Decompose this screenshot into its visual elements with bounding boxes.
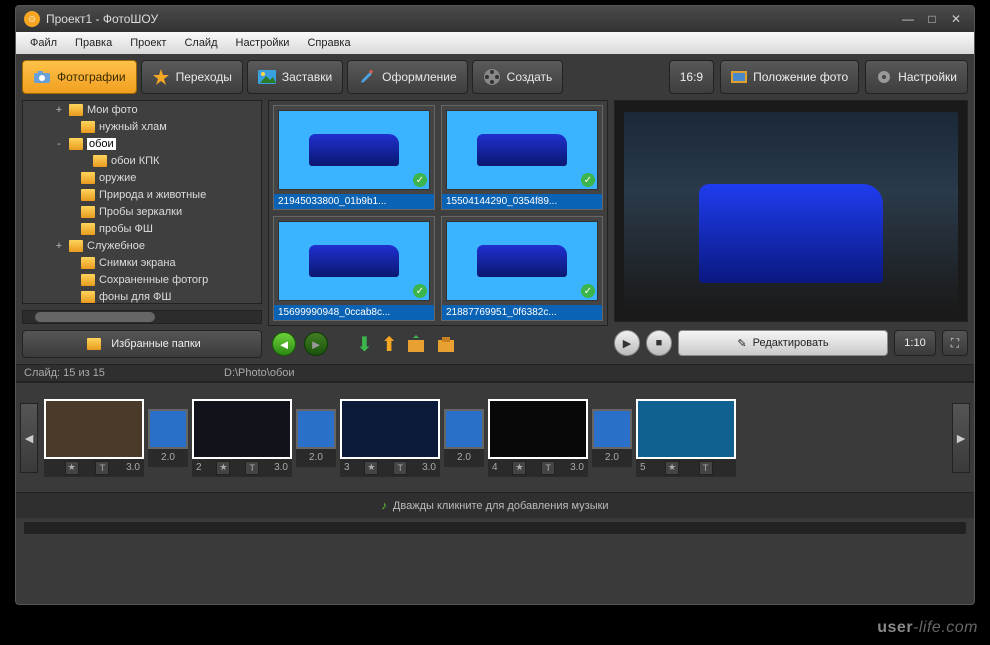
minimize-button[interactable]: — [898, 12, 918, 26]
tab-photos[interactable]: Фотографии [22, 60, 137, 94]
menu-file[interactable]: Файл [22, 35, 65, 51]
tab-transitions[interactable]: Переходы [141, 60, 243, 94]
transition-item[interactable]: 2.0 [444, 409, 484, 467]
main-tabs: Фотографии Переходы Заставки Оформление … [16, 54, 974, 94]
favorite-folders-button[interactable]: Избранные папки [22, 330, 262, 358]
stop-button[interactable]: ■ [646, 330, 672, 356]
thumbnail-grid: ✓21945033800_01b9b1...✓15504144290_0354f… [268, 100, 608, 326]
play-button[interactable]: ▶ [614, 330, 640, 356]
thumbnail[interactable]: ✓15504144290_0354f89... [441, 105, 603, 210]
music-note-icon: ♪ [381, 500, 387, 512]
timeline-strip[interactable]: ★T3.02.02★T3.02.03★T3.02.04★T3.02.05★T [38, 399, 952, 477]
tree-item[interactable]: Сохраненные фотогр [23, 271, 261, 288]
timeline-next-button[interactable]: ► [952, 403, 970, 473]
menu-help[interactable]: Справка [299, 35, 358, 51]
tab-label: Оформление [382, 70, 456, 84]
nav-forward-button[interactable]: ► [304, 332, 328, 356]
nav-toolbar: ◄ ► ⬇ ⬆ [268, 330, 608, 358]
transition-item[interactable]: 2.0 [296, 409, 336, 467]
pencil-icon: ✎ [737, 337, 746, 350]
nav-back-button[interactable]: ◄ [272, 332, 296, 356]
preview-panel [614, 100, 968, 322]
tab-label: Фотографии [57, 70, 126, 84]
download-icon[interactable]: ⬇ [356, 332, 373, 357]
tree-item[interactable]: Пробы зеркалки [23, 203, 261, 220]
fullscreen-button[interactable]: ⛶ [942, 330, 968, 356]
menu-project[interactable]: Проект [122, 35, 174, 51]
thumbnail[interactable]: ✓21945033800_01b9b1... [273, 105, 435, 210]
slide-item[interactable]: 4★T3.0 [488, 399, 588, 477]
maximize-button[interactable]: □ [922, 12, 942, 26]
picture-icon [258, 68, 276, 86]
slide-item[interactable]: 3★T3.0 [340, 399, 440, 477]
photo-position-button[interactable]: Положение фото [720, 60, 859, 94]
tree-item[interactable]: нужный хлам [23, 118, 261, 135]
upload-icon[interactable]: ⬆ [381, 332, 398, 357]
tree-item[interactable]: -обои [23, 135, 261, 152]
add-folder-button[interactable] [406, 335, 428, 353]
tab-label: Заставки [282, 70, 332, 84]
tree-item[interactable]: +Мои фото [23, 101, 261, 118]
tree-scrollbar[interactable] [22, 310, 262, 324]
watermark: user-life.com [877, 619, 978, 637]
brush-icon [358, 68, 376, 86]
settings-button[interactable]: Настройки [865, 60, 968, 94]
star-icon [152, 68, 170, 86]
audio-track[interactable]: ♪ Дважды кликните для добавления музыки [16, 492, 974, 518]
slide-item[interactable]: 5★T [636, 399, 736, 477]
folder-tree[interactable]: +Мои фотонужный хлам-обоиобои КПКоружиеП… [22, 100, 262, 304]
aspect-ratio-button[interactable]: 16:9 [669, 60, 714, 94]
gear-icon [876, 69, 892, 85]
window-title: Проект1 - ФотоШОУ [46, 12, 158, 26]
tab-design[interactable]: Оформление [347, 60, 467, 94]
tree-item[interactable]: Природа и животные [23, 186, 261, 203]
reel-icon [483, 68, 501, 86]
slide-item[interactable]: 2★T3.0 [192, 399, 292, 477]
tree-item[interactable]: +Служебное [23, 237, 261, 254]
camera-icon [33, 68, 51, 86]
menu-slide[interactable]: Слайд [176, 35, 225, 51]
thumbnail[interactable]: ✓21887769951_0f6382c... [441, 216, 603, 321]
slide-counter: Слайд: 15 из 15 [24, 367, 224, 379]
position-icon [731, 71, 747, 83]
open-folder-button[interactable] [436, 335, 458, 353]
timeline-prev-button[interactable]: ◄ [20, 403, 38, 473]
tab-create[interactable]: Создать [472, 60, 564, 94]
tree-item[interactable]: оружие [23, 169, 261, 186]
tree-item[interactable]: обои КПК [23, 152, 261, 169]
tree-item[interactable]: пробы ФШ [23, 220, 261, 237]
progress-bar[interactable] [24, 522, 966, 534]
menubar: Файл Правка Проект Слайд Настройки Справ… [16, 32, 974, 54]
edit-button[interactable]: ✎ Редактировать [678, 330, 888, 356]
close-button[interactable]: ✕ [946, 12, 966, 26]
tree-item[interactable]: фоны для ФШ [23, 288, 261, 304]
app-logo-icon: ☺ [24, 11, 40, 27]
tab-label: Переходы [176, 70, 232, 84]
timeline: ◄ ★T3.02.02★T3.02.03★T3.02.04★T3.02.05★T… [16, 382, 974, 492]
menu-edit[interactable]: Правка [67, 35, 120, 51]
current-path: D:\Photo\обои [224, 367, 295, 379]
menu-settings[interactable]: Настройки [228, 35, 298, 51]
tab-label: Создать [507, 70, 553, 84]
slide-item[interactable]: ★T3.0 [44, 399, 144, 477]
tree-item[interactable]: Снимки экрана [23, 254, 261, 271]
playback-toolbar: ▶ ■ ✎ Редактировать 1:10 ⛶ [614, 328, 968, 358]
app-window: ☺ Проект1 - ФотоШОУ — □ ✕ Файл Правка Пр… [15, 5, 975, 605]
time-display: 1:10 [894, 330, 936, 356]
transition-item[interactable]: 2.0 [592, 409, 632, 467]
preview-image [624, 112, 958, 310]
titlebar: ☺ Проект1 - ФотоШОУ — □ ✕ [16, 6, 974, 32]
transition-item[interactable]: 2.0 [148, 409, 188, 467]
folder-icon [87, 338, 101, 350]
tab-intros[interactable]: Заставки [247, 60, 343, 94]
timeline-info: Слайд: 15 из 15 D:\Photo\обои [16, 364, 974, 382]
thumbnail[interactable]: ✓15699990948_0ccab8c... [273, 216, 435, 321]
